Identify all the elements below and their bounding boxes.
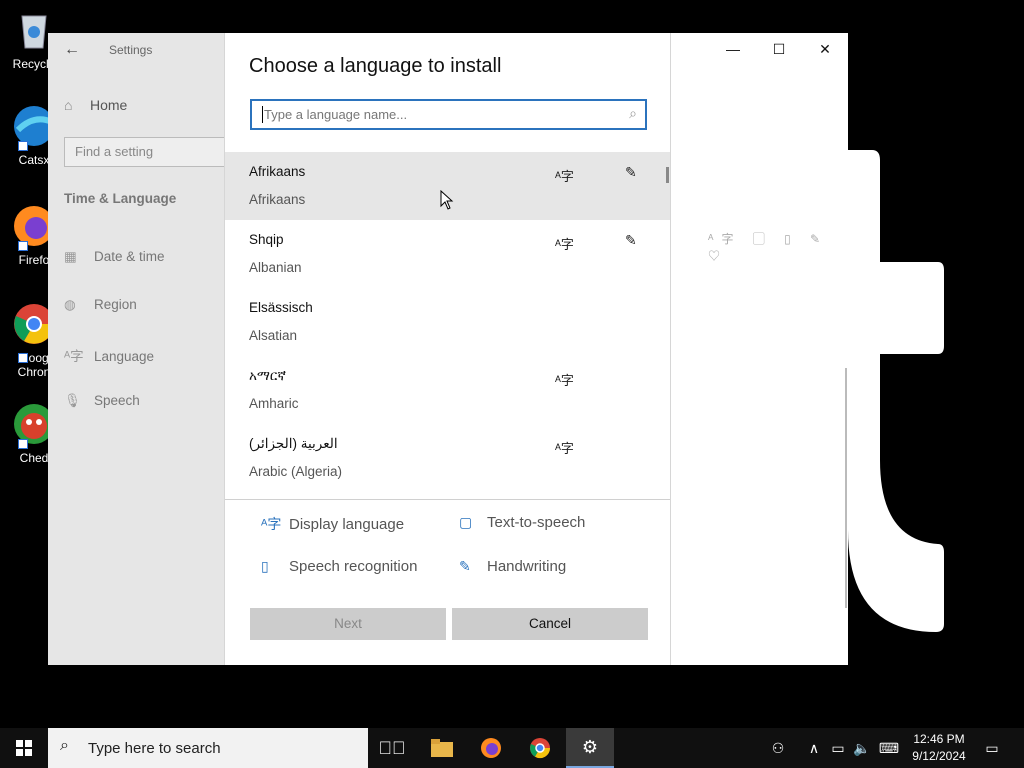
legend-speech-recognition: ▯ Speech recognition <box>261 558 417 575</box>
language-native-name: Elsässisch <box>249 300 313 315</box>
language-row-arabic-algeria[interactable]: العربية (الجزائر) Arabic (Algeria) ᴬ字 <box>225 424 670 492</box>
display-language-icon: ᴬ字 <box>261 516 282 532</box>
legend-label: Speech recognition <box>289 558 418 575</box>
sidebar-item-label: Date & time <box>94 249 165 264</box>
app-title: Settings <box>109 43 153 57</box>
display-language-icon: ᴬ字 <box>555 373 574 388</box>
handwriting-icon: ✎ <box>625 164 637 180</box>
mouse-cursor-icon <box>440 190 454 210</box>
display-language-icon: ᴬ字 <box>555 237 574 252</box>
maximize-button[interactable]: ☐ <box>756 33 802 65</box>
search-icon[interactable]: ⌕ <box>629 105 637 122</box>
language-native-name: العربية (الجزائر) <box>249 436 338 451</box>
find-setting-input[interactable]: Find a setting <box>64 137 225 167</box>
clock-time: 12:46 PM <box>913 732 965 746</box>
minimize-button[interactable]: — <box>710 33 756 65</box>
display-language-icon: ᴬ字 <box>555 441 574 456</box>
language-feature-icons: ᴬ字 ▢ ▯ ✎ ♡ <box>708 232 829 263</box>
shortcut-arrow-icon <box>18 241 28 251</box>
language-native-name: Shqip <box>249 232 284 247</box>
choose-language-dialog: Choose a language to install Type a lang… <box>224 33 671 665</box>
people-icon[interactable]: ⚇ <box>766 728 790 768</box>
language-list-scrollbar[interactable] <box>666 167 669 183</box>
chevron-up-icon[interactable]: ∧ <box>804 728 824 768</box>
sidebar-item-speech[interactable]: 🎙 Speech <box>64 393 140 409</box>
find-setting-placeholder: Find a setting <box>75 144 154 159</box>
language-english-name: Alsatian <box>249 328 298 343</box>
language-row-alsatian[interactable]: Elsässisch Alsatian <box>225 288 670 356</box>
content-scrollbar[interactable] <box>845 368 847 608</box>
section-heading: Time & Language <box>64 191 177 206</box>
taskbar-search-box[interactable]: ⌕ Type here to search <box>48 728 368 768</box>
handwriting-icon: ✎ <box>459 558 471 574</box>
sidebar-item-home[interactable]: ⌂ Home <box>64 97 127 113</box>
handwriting-icon: ✎ <box>625 232 637 248</box>
windows-logo-icon <box>16 740 32 756</box>
display-language-icon: ᴬ字 <box>555 169 574 184</box>
clock-date: 9/12/2024 <box>912 749 966 763</box>
search-icon: ⌕ <box>60 737 69 754</box>
dialog-title: Choose a language to install <box>249 55 502 77</box>
action-center-icon[interactable]: ▭ <box>980 728 1004 768</box>
language-row-albanian[interactable]: Shqip Albanian ᴬ字 ✎ <box>225 220 670 288</box>
sidebar-item-language[interactable]: ᴬ字 Language <box>64 345 154 365</box>
legend-handwriting: ✎ Handwriting <box>459 558 566 575</box>
text-to-speech-icon: ▢ <box>459 514 473 530</box>
cancel-button[interactable]: Cancel <box>452 608 648 640</box>
legend-label: Text-to-speech <box>487 514 586 531</box>
legend-display-language: ᴬ字 Display language <box>261 514 404 534</box>
language-native-name: Afrikaans <box>249 164 306 179</box>
keyboard-icon[interactable]: ⌨ <box>876 728 902 768</box>
settings-sidebar: ← Settings ⌂ Home Find a setting Time & L… <box>48 33 225 665</box>
search-placeholder: Type a language name... <box>264 107 408 122</box>
file-explorer-icon[interactable] <box>418 728 466 768</box>
language-english-name: Amharic <box>249 396 299 411</box>
taskbar-search-placeholder: Type here to search <box>88 740 221 757</box>
microphone-icon: ▯ <box>261 558 269 574</box>
next-button[interactable]: Next <box>250 608 446 640</box>
legend-label: Display language <box>289 516 405 533</box>
back-arrow-icon[interactable]: ← <box>64 41 80 59</box>
shortcut-arrow-icon <box>18 353 28 363</box>
settings-taskbar-icon[interactable]: ⚙ <box>566 728 614 768</box>
task-view-icon[interactable]: ▯⃒ <box>368 728 416 768</box>
start-button[interactable] <box>0 728 48 768</box>
globe-icon: ◍ <box>64 297 76 312</box>
sidebar-item-label: Language <box>94 349 155 364</box>
legend-label: Handwriting <box>487 558 567 575</box>
sidebar-item-label: Region <box>94 297 137 312</box>
clock[interactable]: 12:46 PM 9/12/2024 <box>904 731 974 765</box>
chrome-taskbar-icon[interactable] <box>516 728 564 768</box>
language-native-name: አማርኛ <box>249 368 286 383</box>
home-icon: ⌂ <box>64 97 73 113</box>
sidebar-item-region[interactable]: ◍ Region <box>64 297 137 313</box>
language-english-name: Afrikaans <box>249 192 306 207</box>
background-logo-shape <box>848 150 944 632</box>
settings-content-background: ᴬ字 ▢ ▯ ✎ ♡ <box>671 33 848 665</box>
language-row-amharic[interactable]: አማርኛ Amharic ᴬ字 <box>225 356 670 424</box>
language-icon: ᴬ字 <box>64 349 84 364</box>
taskbar: ⌕ Type here to search ▯⃒ ⚙ ⚇ ∧ ▭ 🔈 ⌨ 12:… <box>0 728 1024 768</box>
divider <box>225 499 670 500</box>
calendar-icon: ▦ <box>64 249 77 264</box>
language-english-name: Albanian <box>249 260 302 275</box>
volume-muted-icon[interactable]: 🔈 <box>852 728 872 768</box>
sidebar-item-date-time[interactable]: ▦ Date & time <box>64 249 165 265</box>
network-icon[interactable]: ▭ <box>828 728 848 768</box>
sidebar-item-label: Speech <box>94 393 140 408</box>
shortcut-arrow-icon <box>18 439 28 449</box>
legend-text-to-speech: ▢ Text-to-speech <box>459 514 585 531</box>
language-search-input[interactable]: Type a language name... ⌕ <box>250 99 647 130</box>
text-caret <box>262 106 263 123</box>
sidebar-item-label: Home <box>90 97 128 113</box>
language-english-name: Arabic (Algeria) <box>249 464 343 479</box>
microphone-icon: 🎙 <box>64 393 82 408</box>
shortcut-arrow-icon <box>18 141 28 151</box>
close-button[interactable]: ✕ <box>802 33 848 65</box>
firefox-taskbar-icon[interactable] <box>467 728 515 768</box>
